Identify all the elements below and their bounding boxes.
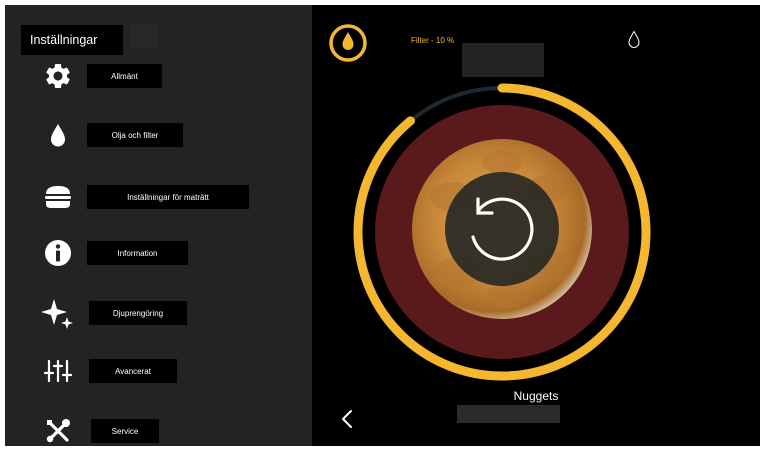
- title-placeholder: [130, 25, 158, 47]
- sidebar-item-dish-settings[interactable]: Inställningar för maträtt: [5, 175, 312, 219]
- settings-sidebar: Inställningar Allmänt Olja och filter In…: [5, 5, 312, 446]
- filter-status-text: Filter - 10 %: [411, 36, 455, 45]
- gear-icon: [41, 61, 75, 91]
- restart-button-bg: [445, 172, 559, 286]
- product-placeholder: [457, 405, 560, 423]
- sidebar-title: Inställningar: [21, 25, 123, 55]
- oil-drop-icon: [342, 32, 354, 50]
- chevron-left-icon: [342, 410, 352, 428]
- sidebar-item-label: Allmänt: [87, 64, 162, 88]
- filter-placeholder: [462, 43, 544, 77]
- sidebar-item-information[interactable]: Information: [5, 231, 312, 275]
- cooking-dial[interactable]: [347, 77, 657, 392]
- sidebar-item-label: Inställningar för maträtt: [87, 185, 249, 209]
- sidebar-item-oil-filter[interactable]: Olja och filter: [5, 113, 312, 157]
- sidebar-item-label: Olja och filter: [87, 123, 183, 147]
- sliders-icon: [41, 356, 75, 386]
- screen: Inställningar Allmänt Olja och filter In…: [5, 5, 760, 446]
- oil-filter-indicator[interactable]: [328, 23, 368, 63]
- sidebar-item-label: Djuprengöring: [89, 301, 187, 325]
- tools-icon: [41, 416, 75, 446]
- sidebar-item-label: Service: [91, 419, 159, 443]
- info-icon: [41, 238, 75, 268]
- sidebar-item-general[interactable]: Allmänt: [5, 54, 312, 98]
- sidebar-item-deep-cleaning[interactable]: Djuprengöring: [5, 291, 312, 335]
- back-button[interactable]: [340, 409, 354, 434]
- sidebar-item-label: Information: [87, 241, 188, 265]
- sidebar-item-service[interactable]: Service: [5, 409, 312, 446]
- oil-drop-icon: [41, 120, 75, 150]
- product-name: Nuggets: [513, 389, 559, 403]
- sidebar-item-advanced[interactable]: Avancerat: [5, 349, 312, 393]
- burger-icon: [41, 182, 75, 212]
- fryer-main-panel: Filter - 10 % Nuggets: [312, 5, 760, 446]
- sparkle-icon: [41, 298, 75, 329]
- sidebar-item-label: Avancerat: [89, 359, 177, 383]
- oil-drop-outline-icon: [627, 30, 641, 55]
